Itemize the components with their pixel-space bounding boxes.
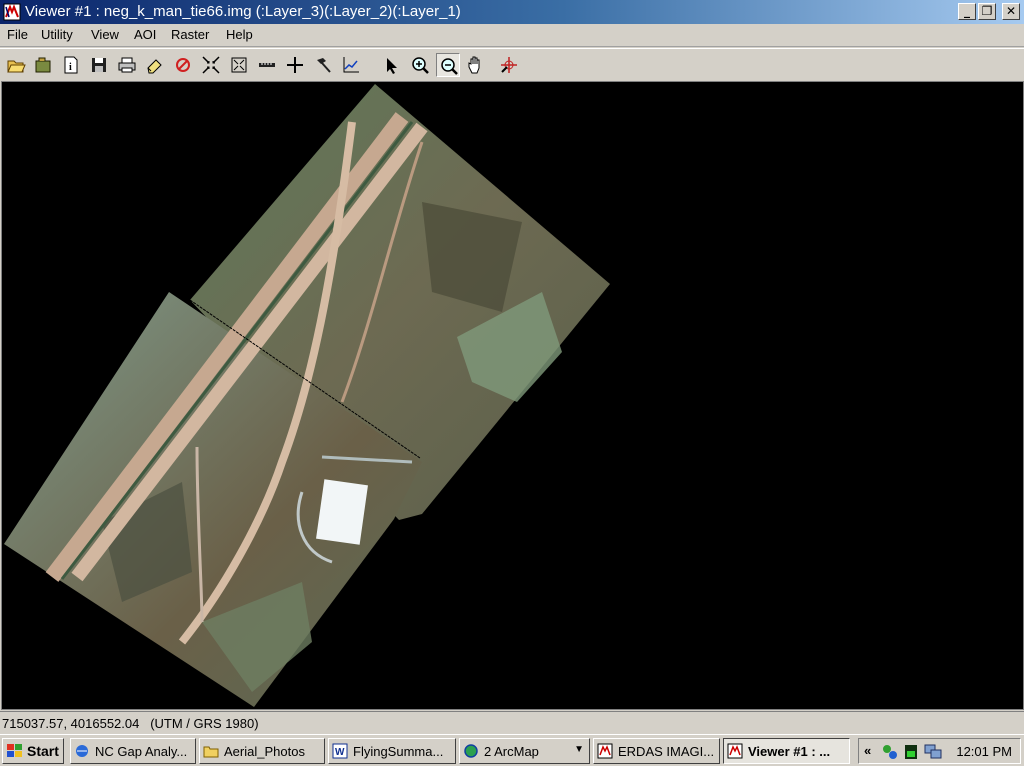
start-label: Start	[27, 743, 59, 759]
open-icon[interactable]	[4, 53, 28, 77]
info-icon[interactable]: i	[59, 53, 83, 77]
measure-icon[interactable]	[255, 53, 279, 77]
menu-file[interactable]: File	[7, 27, 28, 43]
menu-help[interactable]: Help	[226, 27, 253, 43]
monitor-network-icon[interactable]	[923, 743, 943, 761]
task-label: NC Gap Analy...	[95, 744, 188, 759]
pan-icon[interactable]	[464, 53, 488, 77]
zoom-in-extents-icon[interactable]	[199, 53, 223, 77]
toolbar: i	[0, 48, 1024, 81]
coordinate-value: 715037.57, 4016552.04	[2, 716, 140, 731]
title-bar[interactable]: Viewer #1 : neg_k_man_tie66.img (:Layer_…	[0, 0, 1024, 24]
pointer-icon[interactable]	[380, 53, 404, 77]
start-button[interactable]: Start	[2, 738, 64, 764]
restore-button[interactable]: ❐	[978, 3, 996, 20]
task-label: Viewer #1 : ...	[748, 744, 831, 759]
minimize-button[interactable]: _	[958, 3, 976, 20]
image-viewer-canvas[interactable]	[1, 81, 1024, 710]
task-nc-gap-analysis[interactable]: NC Gap Analy...	[70, 738, 196, 764]
cursor-coordinates: 715037.57, 4016552.04 (UTM / GRS 1980)	[2, 716, 259, 731]
clock: 12:01 PM	[956, 744, 1012, 759]
svg-text:i: i	[69, 62, 72, 73]
erdas-app-icon	[3, 3, 21, 21]
task-label: ERDAS IMAGI...	[618, 744, 715, 759]
eraser-icon[interactable]	[143, 53, 167, 77]
window-title: Viewer #1 : neg_k_man_tie66.img (:Layer_…	[25, 3, 461, 20]
fit-icon[interactable]	[227, 53, 251, 77]
erdas-icon	[727, 743, 743, 759]
task-erdas-imagine[interactable]: ERDAS IMAGI...	[593, 738, 720, 764]
meter-icon[interactable]	[903, 743, 919, 761]
save-icon[interactable]	[87, 53, 111, 77]
word-icon: W	[332, 743, 348, 759]
browser-icon	[76, 745, 88, 757]
menu-raster[interactable]: Raster	[171, 27, 209, 43]
menu-utility[interactable]: Utility	[41, 27, 73, 43]
dropdown-arrow-icon: ▼	[574, 744, 584, 755]
profile-icon[interactable]	[339, 53, 363, 77]
close-button[interactable]: ✕	[1002, 3, 1020, 20]
zoom-in-icon[interactable]	[408, 53, 432, 77]
zoom-out-icon[interactable]	[436, 53, 460, 77]
menu-aoi[interactable]: AOI	[134, 27, 156, 43]
windows-logo-icon	[7, 744, 22, 757]
task-viewer-1[interactable]: Viewer #1 : ...	[723, 738, 850, 764]
status-bar: 715037.57, 4016552.04 (UTM / GRS 1980)	[0, 711, 1024, 734]
globe-icon	[464, 744, 478, 758]
menu-bar: File Utility View AOI Raster Help	[0, 24, 1024, 47]
inquire-icon[interactable]	[497, 53, 521, 77]
system-tray: « 12:01 PM	[858, 738, 1021, 764]
svg-text:W: W	[335, 747, 345, 758]
task-flying-summary[interactable]: W FlyingSumma...	[328, 738, 456, 764]
projection-label: (UTM / GRS 1980)	[150, 716, 259, 731]
menu-view[interactable]: View	[91, 27, 119, 43]
hammer-icon[interactable]	[311, 53, 335, 77]
task-label: 2 ArcMap	[484, 744, 539, 759]
aerial-photo-mosaic	[4, 84, 610, 707]
layer-icon[interactable]	[31, 53, 55, 77]
taskbar: Start NC Gap Analy... Aerial_Photos W Fl…	[0, 734, 1024, 766]
tray-expand-button[interactable]: «	[864, 743, 871, 758]
crosshair-icon[interactable]	[283, 53, 307, 77]
erdas-icon	[597, 743, 613, 759]
folder-icon	[203, 746, 219, 758]
clear-icon[interactable]	[171, 53, 195, 77]
task-aerial-photos[interactable]: Aerial_Photos	[199, 738, 325, 764]
task-arcmap-group[interactable]: 2 ArcMap ▼	[459, 738, 590, 764]
print-icon[interactable]	[115, 53, 139, 77]
task-label: FlyingSumma...	[353, 744, 444, 759]
network-status-icon[interactable]	[881, 743, 899, 761]
task-label: Aerial_Photos	[224, 744, 305, 759]
